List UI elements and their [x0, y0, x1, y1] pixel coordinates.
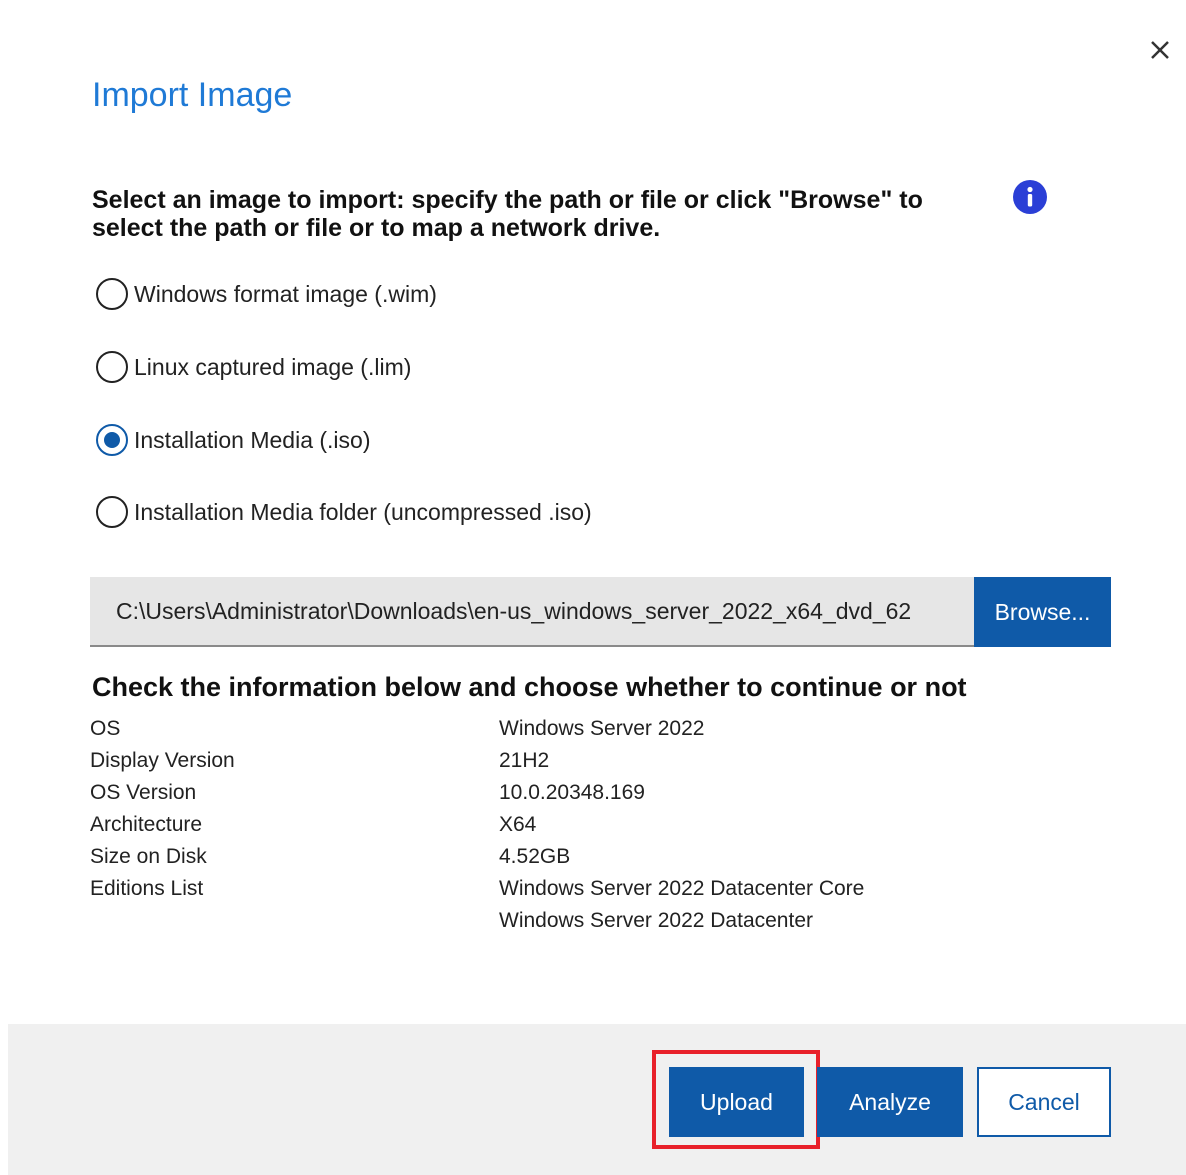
close-icon: [1151, 41, 1169, 59]
info-row: OS Version 10.0.20348.169: [90, 781, 990, 813]
info-row: Display Version 21H2: [90, 749, 990, 781]
info-row: Architecture X64: [90, 813, 990, 845]
image-type-option-label: Windows format image (.wim): [134, 280, 437, 307]
info-key: Display Version: [90, 749, 235, 772]
image-type-option[interactable]: Linux captured image (.lim): [96, 351, 411, 383]
image-type-option[interactable]: Installation Media folder (uncompressed …: [96, 496, 592, 528]
edition-item: Windows Server 2022 Datacenter: [499, 909, 813, 932]
image-type-option[interactable]: Windows format image (.wim): [96, 278, 437, 310]
upload-button[interactable]: Upload: [669, 1067, 804, 1137]
info-key: Size on Disk: [90, 845, 207, 868]
info-value: 21H2: [499, 749, 550, 772]
image-type-option-label: Installation Media folder (uncompressed …: [134, 498, 592, 525]
info-key: OS: [90, 717, 121, 740]
info-row: Size on Disk 4.52GB: [90, 845, 990, 877]
path-row: Browse...: [90, 577, 1111, 647]
radio-button-checked[interactable]: [96, 424, 128, 456]
radio-selected-dot: [104, 432, 120, 448]
info-icon-glyph: [1013, 180, 1047, 214]
info-value: Windows Server 2022: [499, 717, 705, 740]
instructions-text: Select an image to import: specify the p…: [92, 186, 923, 242]
radio-button[interactable]: [96, 351, 128, 383]
info-value: 10.0.20348.169: [499, 781, 645, 804]
browse-button[interactable]: Browse...: [974, 577, 1111, 647]
check-info-heading: Check the information below and choose w…: [92, 672, 967, 702]
editions-label: Editions List: [90, 877, 204, 900]
image-type-option[interactable]: Installation Media (.iso): [96, 424, 371, 456]
radio-button[interactable]: [96, 278, 128, 310]
radio-button[interactable]: [96, 496, 128, 528]
edition-item: Windows Server 2022 Datacenter Core: [499, 877, 865, 900]
cancel-button[interactable]: Cancel: [977, 1067, 1111, 1137]
analyze-button[interactable]: Analyze: [817, 1067, 963, 1137]
image-type-option-label: Linux captured image (.lim): [134, 353, 412, 380]
info-icon[interactable]: [1013, 180, 1047, 214]
editions-row: Editions List Windows Server 2022 Datacen…: [90, 877, 990, 932]
editions-list: Windows Server 2022 Datacenter Core Windo…: [499, 877, 864, 941]
image-type-option-label: Installation Media (.iso): [134, 426, 371, 453]
info-value: X64: [499, 813, 537, 836]
image-info-table: OS Windows Server 2022 Display Version 21H2…: [90, 717, 990, 932]
dialog-title: Import Image: [92, 76, 293, 114]
close-button[interactable]: [1146, 36, 1174, 64]
info-key: OS Version: [90, 781, 197, 804]
image-path-input[interactable]: [90, 577, 974, 647]
info-value: 4.52GB: [499, 845, 571, 868]
info-key: Architecture: [90, 813, 203, 836]
info-row: OS Windows Server 2022: [90, 717, 990, 749]
